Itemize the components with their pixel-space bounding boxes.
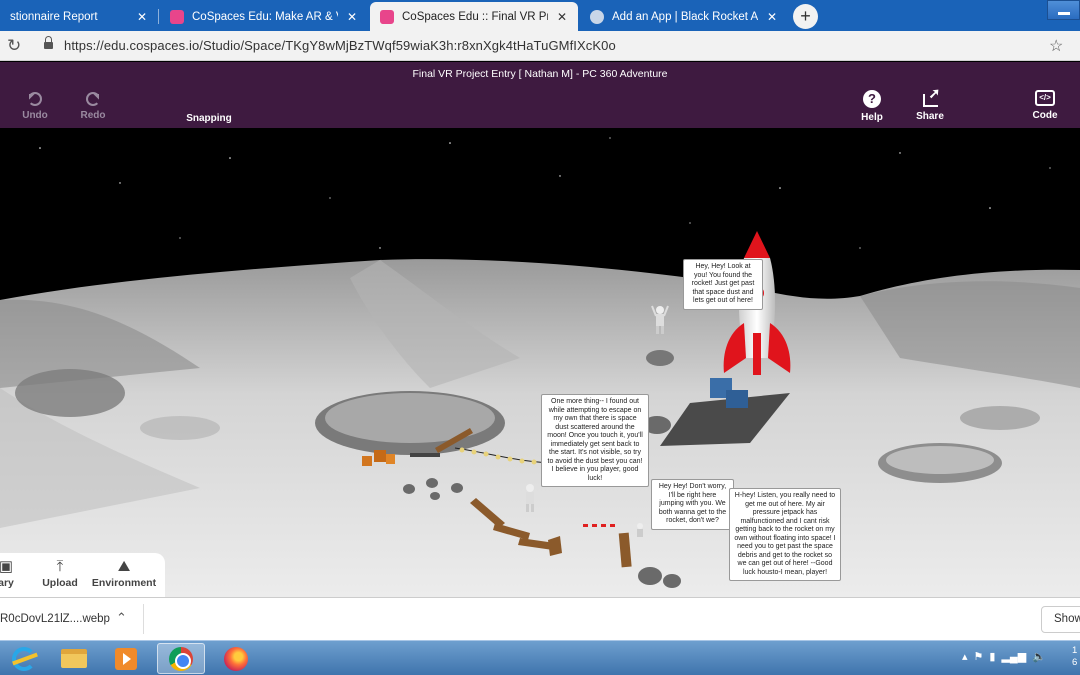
taskbar-firefox[interactable] bbox=[212, 643, 260, 674]
tab-title: CoSpaces Edu: Make AR & VR in bbox=[192, 10, 338, 23]
library-button[interactable]: ▣ ary bbox=[0, 559, 16, 589]
tab-questionnaire-report[interactable]: stionnaire Report ✕ bbox=[0, 2, 158, 31]
project-title: Final VR Project Entry [ Nathan M] - PC … bbox=[412, 68, 668, 80]
close-icon[interactable]: ✕ bbox=[766, 10, 778, 24]
chrome-icon bbox=[169, 646, 193, 671]
upload-button[interactable]: ⤒ Upload bbox=[40, 559, 80, 589]
stars bbox=[39, 137, 1051, 249]
clock-date: 6 bbox=[1072, 657, 1078, 668]
share-button[interactable]: Share bbox=[914, 85, 946, 122]
speech-bubble-jetpack[interactable]: H-hey! Listen, you really need to get me… bbox=[729, 488, 841, 581]
share-icon bbox=[922, 85, 940, 107]
reload-icon[interactable]: ↻ bbox=[7, 36, 21, 56]
upload-icon: ⤒ bbox=[56, 558, 64, 575]
astronaut-figure bbox=[637, 523, 643, 537]
tab-cospaces-make-ar-vr[interactable]: CoSpaces Edu: Make AR & VR in ✕ bbox=[160, 2, 368, 31]
3d-scene-viewport[interactable]: Hey, Hey! Look at you! You found the roc… bbox=[0, 128, 1080, 597]
power-icon[interactable]: ▮ bbox=[989, 650, 995, 663]
help-label: Help bbox=[861, 112, 883, 123]
taskbar-file-explorer[interactable] bbox=[50, 643, 98, 674]
upload-label: Upload bbox=[42, 577, 78, 589]
code-button[interactable]: </> Code bbox=[1030, 90, 1060, 121]
landscape-icon: ⛰ bbox=[117, 558, 131, 575]
close-icon[interactable]: ✕ bbox=[556, 10, 568, 24]
share-label: Share bbox=[916, 111, 944, 122]
help-icon: ? bbox=[863, 90, 881, 108]
browser-tab-strip: stionnaire Report ✕ CoSpaces Edu: Make A… bbox=[0, 0, 1080, 31]
media-player-icon bbox=[115, 647, 137, 670]
library-label: ary bbox=[0, 577, 14, 589]
environment-button[interactable]: ⛰ Environment bbox=[91, 559, 157, 589]
cospaces-toolbar: Final VR Project Entry [ Nathan M] - PC … bbox=[0, 62, 1080, 128]
volume-icon[interactable]: 🔈 bbox=[1032, 650, 1046, 663]
tab-title: Add an App | Black Rocket Arcad bbox=[612, 10, 758, 23]
globe-icon bbox=[590, 9, 604, 24]
ie-icon bbox=[12, 646, 36, 671]
cospaces-icon bbox=[380, 9, 394, 24]
folder-icon bbox=[61, 649, 87, 668]
redo-icon bbox=[86, 92, 100, 106]
windows-taskbar: ▴ ⚑ ▮ ▂▄▆ 🔈 1 6 bbox=[0, 640, 1080, 675]
firefox-icon bbox=[224, 646, 248, 671]
downloads-shelf: R0cDovL21lZ....webp ⌃ Show bbox=[0, 597, 1080, 640]
tab-cospaces-final-vr-project[interactable]: CoSpaces Edu :: Final VR Project ✕ bbox=[370, 2, 578, 31]
window-minimize-button[interactable] bbox=[1047, 0, 1080, 20]
undo-icon bbox=[28, 92, 42, 106]
environment-label: Environment bbox=[91, 577, 157, 589]
bottom-library-panel: ▣ ary ⤒ Upload ⛰ Environment bbox=[0, 553, 165, 597]
new-tab-button[interactable]: + bbox=[793, 4, 818, 29]
close-icon[interactable]: ✕ bbox=[136, 10, 148, 24]
speech-bubble-space-dust[interactable]: One more thing-- I found out while attem… bbox=[541, 394, 649, 487]
lock-icon[interactable] bbox=[44, 36, 53, 50]
redo-label: Redo bbox=[80, 110, 106, 121]
system-tray: ▴ ⚑ ▮ ▂▄▆ 🔈 bbox=[962, 650, 1046, 663]
help-button[interactable]: ? Help bbox=[857, 90, 887, 123]
download-file-name[interactable]: R0cDovL21lZ....webp bbox=[0, 613, 110, 625]
taskbar-chrome[interactable] bbox=[157, 643, 205, 674]
clock-time: 1 bbox=[1072, 645, 1078, 656]
cospaces-icon bbox=[170, 9, 184, 24]
undo-button[interactable]: Undo bbox=[20, 90, 50, 121]
snapping-button[interactable]: Snapping bbox=[184, 90, 234, 124]
code-icon: </> bbox=[1035, 90, 1055, 106]
tab-title: CoSpaces Edu :: Final VR Project bbox=[402, 10, 548, 23]
taskbar-media-player[interactable] bbox=[102, 643, 150, 674]
snapping-label: Snapping bbox=[186, 113, 232, 124]
taskbar-internet-explorer[interactable] bbox=[0, 643, 48, 674]
code-label: Code bbox=[1032, 110, 1058, 121]
close-icon[interactable]: ✕ bbox=[346, 10, 358, 24]
bookmark-star-icon[interactable]: ☆ bbox=[1049, 36, 1063, 56]
taskbar-clock[interactable]: 1 6 bbox=[1072, 645, 1077, 669]
grid-icon bbox=[200, 90, 219, 109]
redo-button[interactable]: Redo bbox=[78, 90, 108, 121]
tab-black-rocket-arcade[interactable]: Add an App | Black Rocket Arcad ✕ bbox=[580, 2, 788, 31]
url-field[interactable]: https://edu.cospaces.io/Studio/Space/TKg… bbox=[64, 38, 616, 53]
moon-scene-graphic bbox=[0, 137, 1080, 597]
speech-bubble-rocket[interactable]: Hey, Hey! Look at you! You found the roc… bbox=[683, 259, 763, 310]
chevron-up-icon[interactable]: ⌃ bbox=[116, 610, 127, 626]
divider bbox=[143, 604, 144, 634]
tab-title: stionnaire Report bbox=[10, 10, 98, 23]
library-icon: ▣ bbox=[0, 558, 14, 575]
speech-bubble-dont-worry[interactable]: Hey Hey! Don't worry, I'll be right here… bbox=[651, 479, 734, 530]
flag-icon[interactable]: ⚑ bbox=[974, 650, 984, 663]
tab-divider bbox=[158, 9, 159, 24]
signal-icon[interactable]: ▂▄▆ bbox=[1001, 650, 1026, 663]
address-bar: ↻ https://edu.cospaces.io/Studio/Space/T… bbox=[0, 31, 1080, 61]
undo-label: Undo bbox=[22, 110, 48, 121]
chevron-up-icon[interactable]: ▴ bbox=[962, 650, 968, 663]
show-all-downloads-button[interactable]: Show bbox=[1041, 606, 1080, 633]
